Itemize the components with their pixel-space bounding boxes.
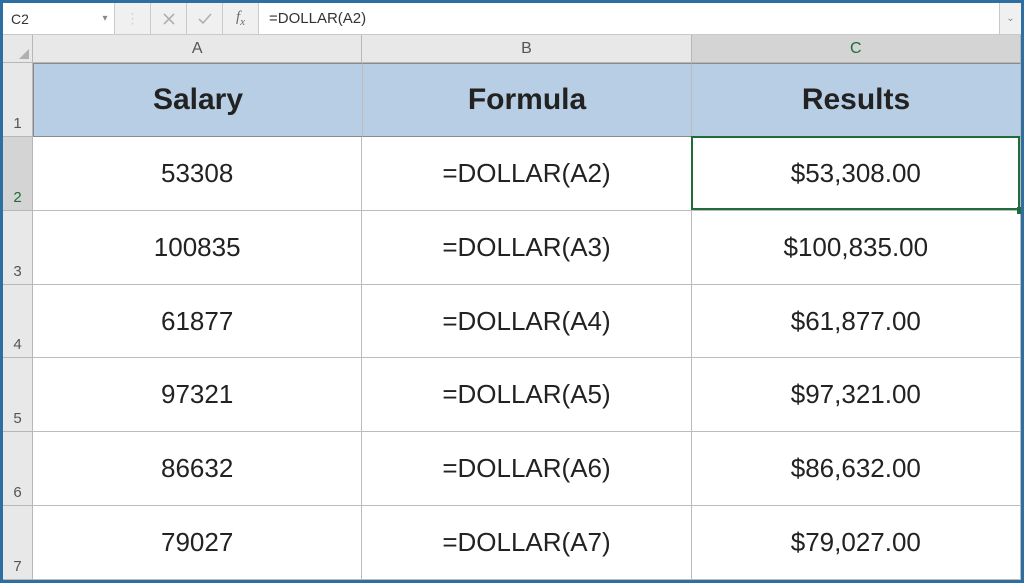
table-row: 86632 =DOLLAR(A6) $86,632.00 (33, 432, 1021, 506)
cell-C3[interactable]: $100,835.00 (692, 211, 1021, 285)
table-header-row: Salary Formula Results (33, 63, 1021, 137)
cell-A7[interactable]: 79027 (33, 506, 362, 580)
column-header-B[interactable]: B (362, 35, 691, 62)
table-row: 97321 =DOLLAR(A5) $97,321.00 (33, 358, 1021, 432)
name-box-value: C2 (3, 11, 96, 27)
cell-B4[interactable]: =DOLLAR(A4) (362, 285, 691, 359)
cell-B3[interactable]: =DOLLAR(A3) (362, 211, 691, 285)
cell-A2[interactable]: 53308 (33, 137, 362, 211)
x-icon (163, 13, 175, 25)
cell-A5[interactable]: 97321 (33, 358, 362, 432)
enter-button[interactable] (187, 3, 223, 34)
row-header-2[interactable]: 2 (3, 137, 32, 211)
cell-C6[interactable]: $86,632.00 (692, 432, 1021, 506)
column-headers: A B C (3, 35, 1021, 63)
select-all-corner[interactable] (3, 35, 33, 62)
formula-input[interactable]: =DOLLAR(A2) (259, 3, 999, 34)
cell-B2[interactable]: =DOLLAR(A2) (362, 137, 691, 211)
chevron-down-icon: ⌄ (1006, 13, 1014, 24)
insert-function-button[interactable]: fx (223, 3, 259, 34)
table-row: 100835 =DOLLAR(A3) $100,835.00 (33, 211, 1021, 285)
formula-bar-divider: ⋮ (115, 3, 151, 34)
worksheet: A B C 1 2 3 4 5 6 7 Salary Formula Resul… (3, 35, 1021, 580)
cell-B1[interactable]: Formula (363, 63, 692, 137)
row-header-5[interactable]: 5 (3, 358, 32, 432)
cell-A1[interactable]: Salary (33, 63, 363, 137)
grid-body: 1 2 3 4 5 6 7 Salary Formula Results 533… (3, 63, 1021, 580)
cell-grid: Salary Formula Results 53308 =DOLLAR(A2)… (33, 63, 1021, 580)
formula-bar: C2 ▾ ⋮ fx =DOLLAR(A2) ⌄ (3, 3, 1021, 35)
app-frame: C2 ▾ ⋮ fx =DOLLAR(A2) ⌄ A B C 1 (0, 0, 1024, 583)
cell-C2[interactable]: $53,308.00 (692, 137, 1021, 211)
cancel-button[interactable] (151, 3, 187, 34)
row-header-1[interactable]: 1 (3, 63, 32, 137)
table-row: 53308 =DOLLAR(A2) $53,308.00 (33, 137, 1021, 211)
cell-B5[interactable]: =DOLLAR(A5) (362, 358, 691, 432)
cell-A6[interactable]: 86632 (33, 432, 362, 506)
cell-A3[interactable]: 100835 (33, 211, 362, 285)
cell-C7[interactable]: $79,027.00 (692, 506, 1021, 580)
name-box[interactable]: C2 ▾ (3, 3, 115, 34)
cell-C5[interactable]: $97,321.00 (692, 358, 1021, 432)
cell-B7[interactable]: =DOLLAR(A7) (362, 506, 691, 580)
table-row: 61877 =DOLLAR(A4) $61,877.00 (33, 285, 1021, 359)
row-header-6[interactable]: 6 (3, 432, 32, 506)
row-header-3[interactable]: 3 (3, 211, 32, 285)
column-header-C[interactable]: C (692, 35, 1021, 62)
fx-icon: fx (236, 9, 245, 28)
row-headers: 1 2 3 4 5 6 7 (3, 63, 33, 580)
cell-C4[interactable]: $61,877.00 (692, 285, 1021, 359)
formula-text: =DOLLAR(A2) (269, 10, 366, 27)
row-header-7[interactable]: 7 (3, 506, 32, 580)
cell-A4[interactable]: 61877 (33, 285, 362, 359)
check-icon (198, 13, 212, 25)
cell-C1[interactable]: Results (692, 63, 1021, 137)
cell-B6[interactable]: =DOLLAR(A6) (362, 432, 691, 506)
name-box-dropdown-icon[interactable]: ▾ (96, 13, 114, 24)
formula-bar-expand-button[interactable]: ⌄ (999, 3, 1021, 34)
table-row: 79027 =DOLLAR(A7) $79,027.00 (33, 506, 1021, 580)
row-header-4[interactable]: 4 (3, 285, 32, 359)
column-header-A[interactable]: A (33, 35, 362, 62)
